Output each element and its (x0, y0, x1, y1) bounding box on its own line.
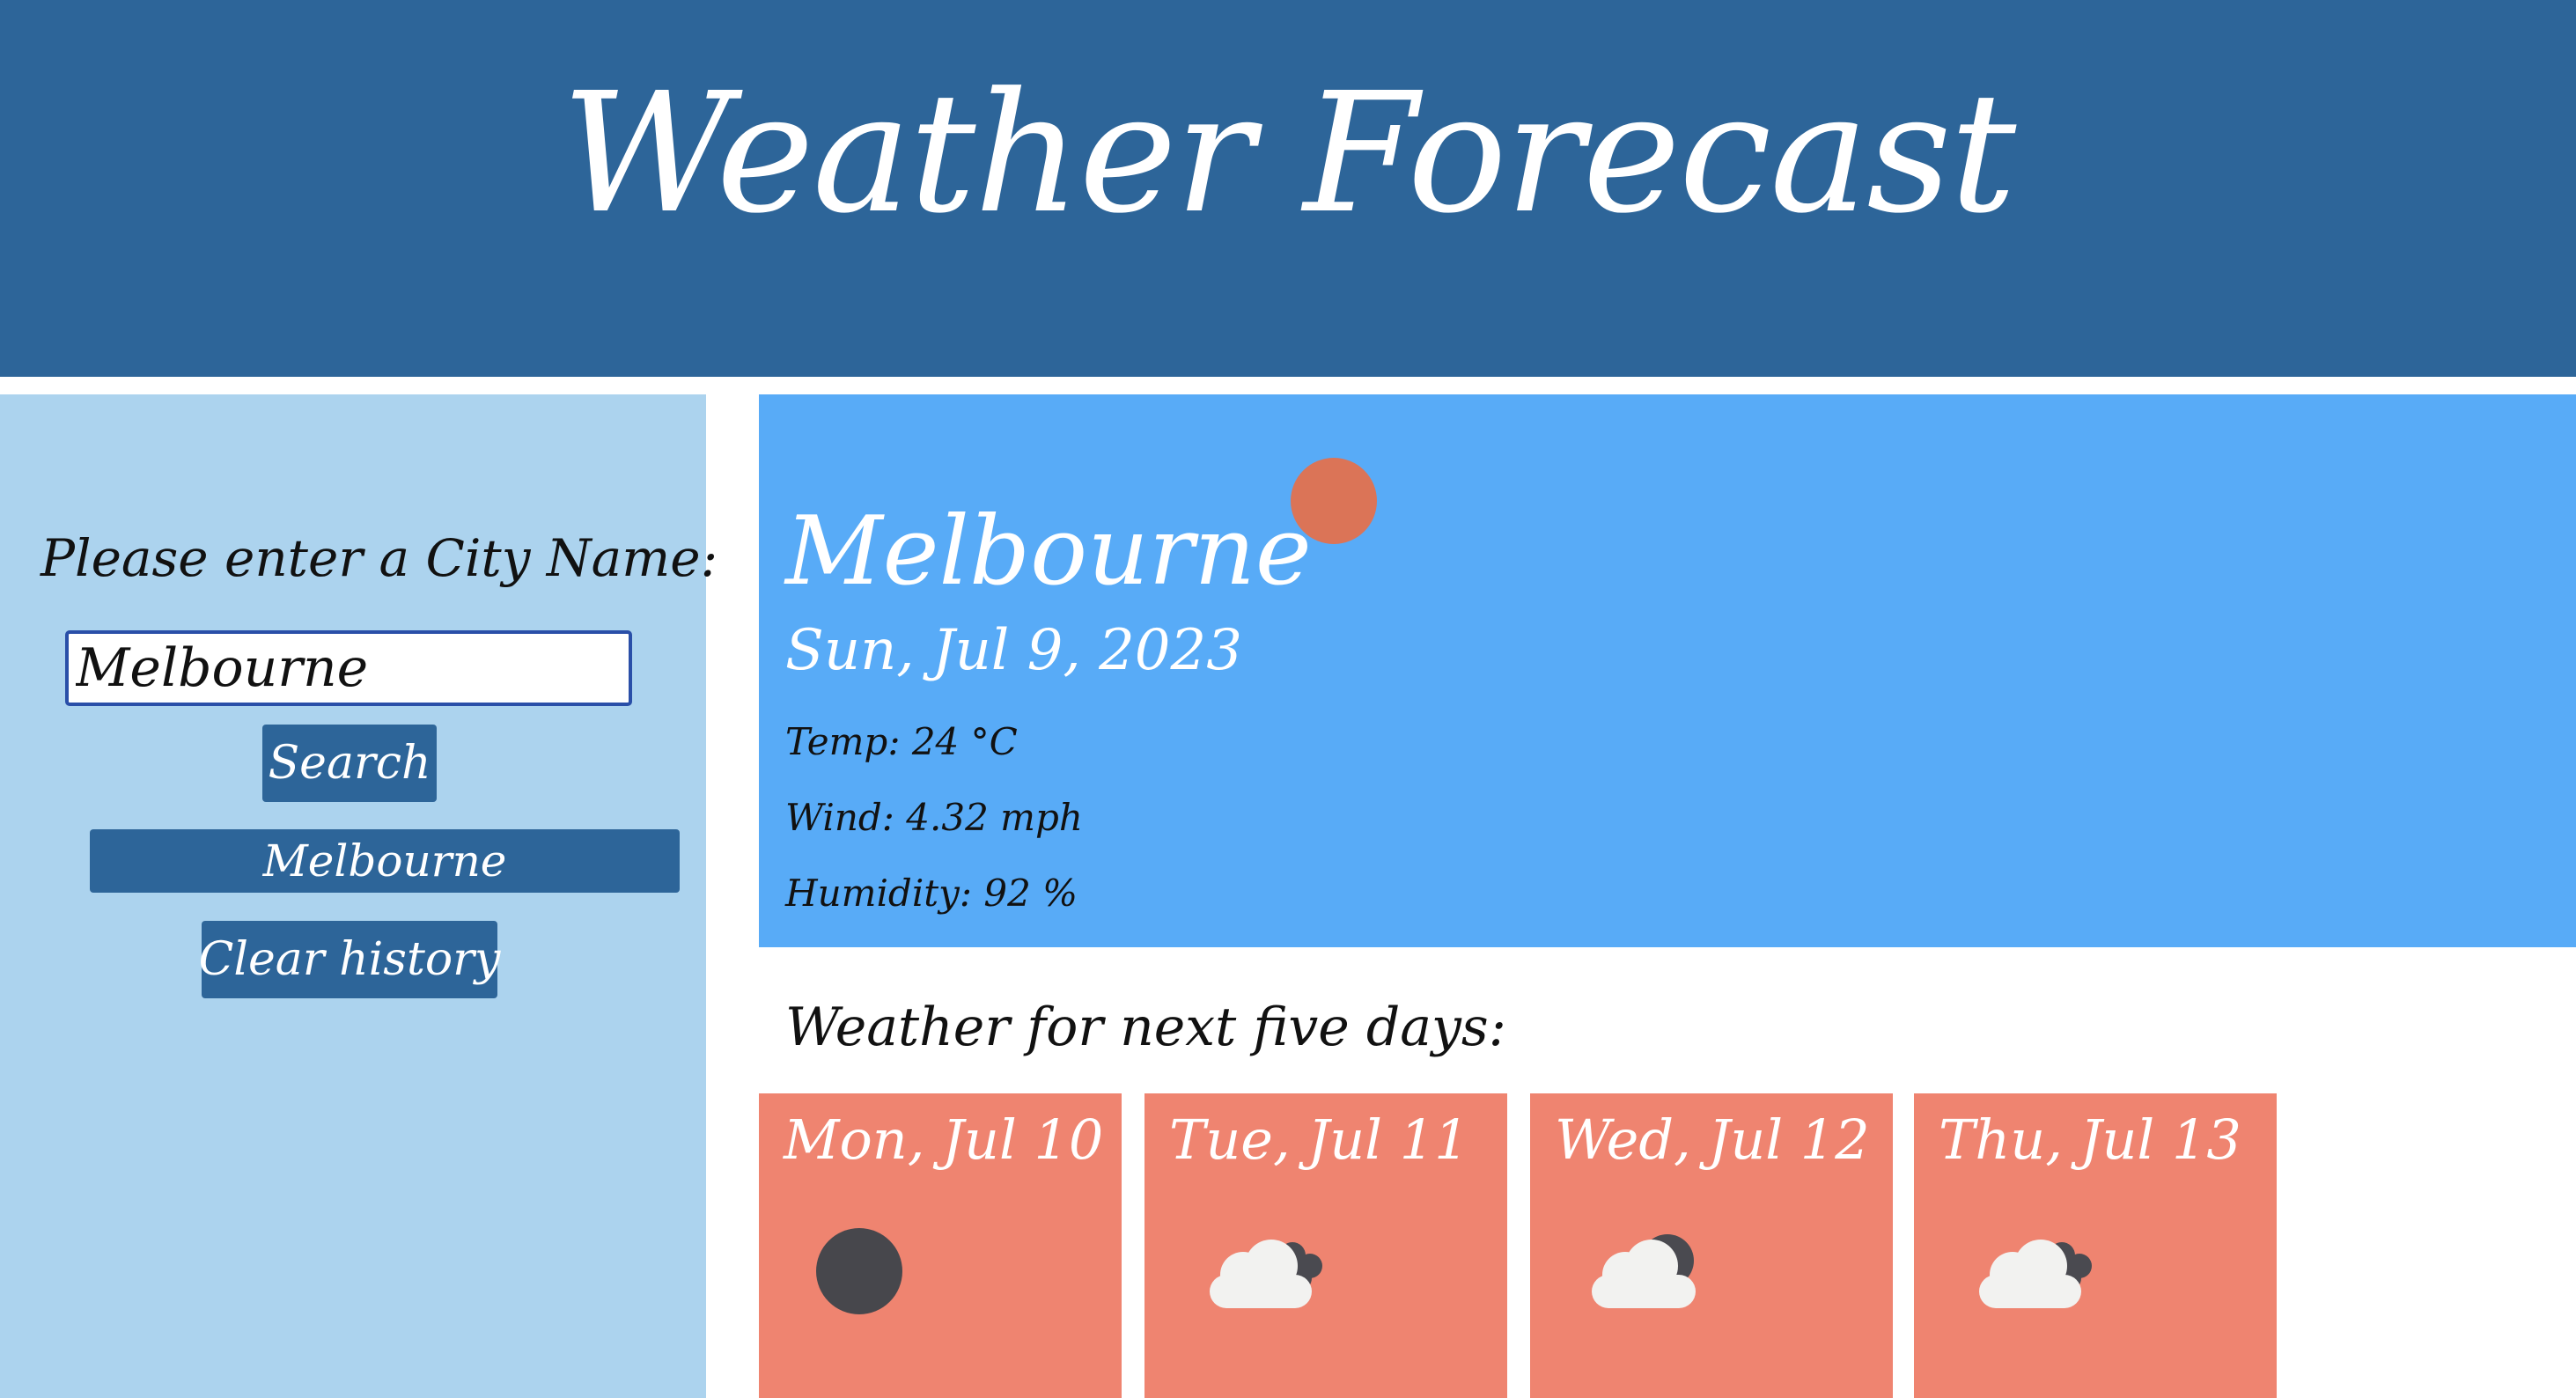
cloudy-icon (1979, 1240, 2092, 1308)
page-header: Weather Forecast (0, 0, 2576, 377)
current-date: Sun, Jul 9, 2023 (785, 618, 1242, 683)
forecast-date: Wed, Jul 12 (1555, 1107, 1870, 1172)
page-title: Weather Forecast (561, 56, 2017, 250)
moon-icon (816, 1228, 902, 1314)
clear-history-button[interactable]: Clear history (199, 921, 500, 998)
cloudy-icon (1592, 1234, 1696, 1308)
current-humidity: Humidity: 92 % (785, 872, 1078, 915)
forecast-date: Thu, Jul 13 (1939, 1107, 2241, 1172)
forecast-date: Tue, Jul 11 (1169, 1107, 1469, 1172)
forecast-date: Mon, Jul 10 (784, 1107, 1104, 1172)
city-prompt-label: Please enter a City Name: (40, 528, 718, 588)
forecast-card: Tue, Jul 11 (1144, 1093, 1507, 1398)
forecast-card: Thu, Jul 13 (1914, 1093, 2277, 1398)
current-temp: Temp: 24 °C (785, 720, 1018, 763)
forecast-heading: Weather for next five days: (785, 997, 1506, 1058)
history-item-melbourne[interactable]: Melbourne (90, 829, 680, 893)
current-wind: Wind: 4.32 mph (785, 796, 1083, 839)
forecast-card: Mon, Jul 10 (759, 1093, 1122, 1398)
search-button[interactable]: Search (262, 725, 437, 802)
current-city-name: Melbourne (785, 497, 1312, 607)
city-search-input[interactable] (65, 630, 632, 706)
forecast-card: Wed, Jul 12 (1530, 1093, 1893, 1398)
cloudy-icon (1210, 1240, 1322, 1308)
